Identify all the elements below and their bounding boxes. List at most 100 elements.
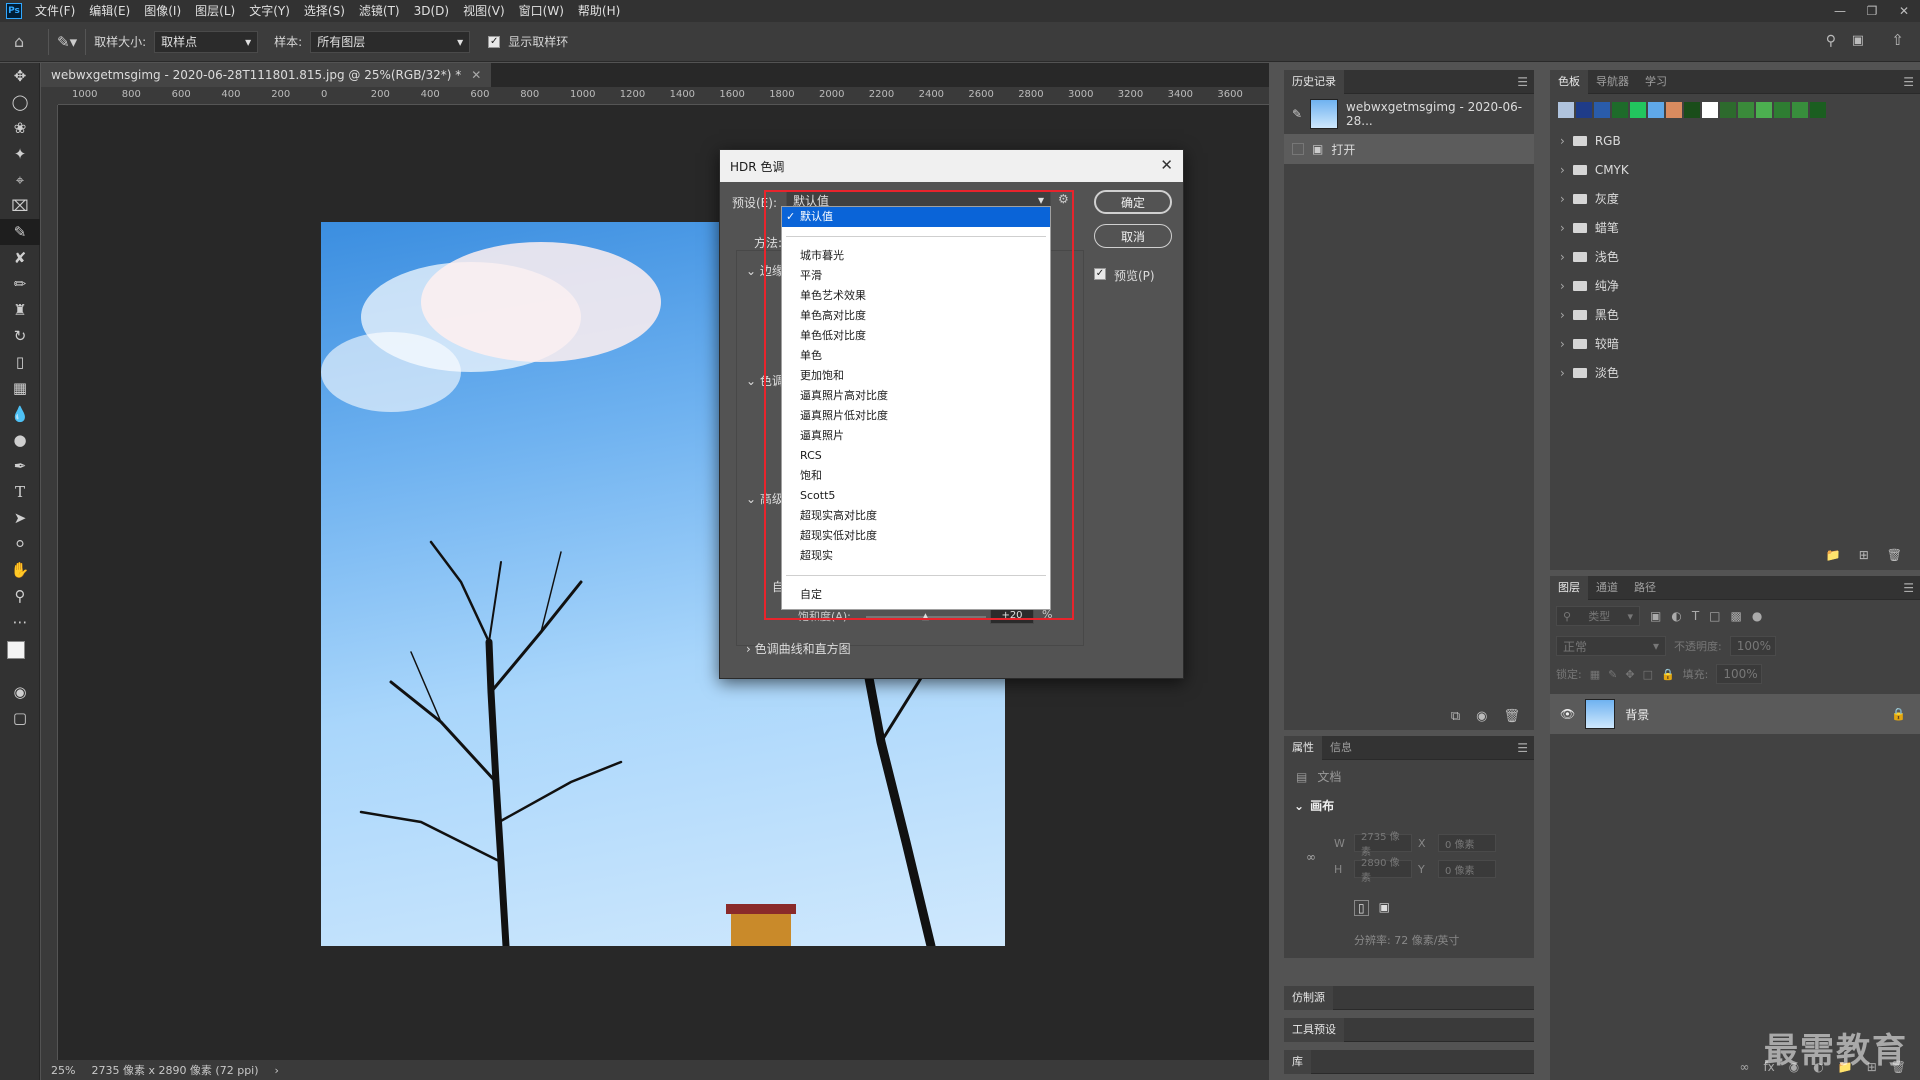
filter-shape-icon[interactable]: □ [1709,609,1720,623]
blend-mode-select[interactable]: 正常 ▾ [1556,636,1666,656]
lock-icon[interactable]: 🔒 [1891,707,1906,721]
landscape-icon[interactable]: ▣ [1379,900,1390,916]
path-select-icon[interactable]: ➤ [0,505,40,531]
ok-button[interactable]: 确定 [1094,190,1172,214]
filter-smart-icon[interactable]: ▩ [1731,609,1742,623]
layer-name[interactable]: 背景 [1625,706,1649,723]
filter-adjustment-icon[interactable]: ◐ [1671,609,1681,623]
new-swatch-icon[interactable]: ⊞ [1859,548,1869,562]
color-swatch[interactable] [1648,102,1664,118]
color-swatch[interactable] [1630,102,1646,118]
chevron-right-icon[interactable]: › [1560,250,1565,264]
hand-tool-icon[interactable]: ✋ [0,557,40,583]
menu-file[interactable]: 文件(F) [28,0,82,22]
chevron-right-icon[interactable]: › [1560,221,1565,235]
menu-filter[interactable]: 滤镜(T) [352,0,407,22]
eyedropper-tool-icon[interactable]: ✎▾ [57,33,77,51]
link-icon[interactable]: ∞ [1306,850,1316,864]
chevron-right-icon[interactable]: › [1560,192,1565,206]
lock-position-icon[interactable]: ✥ [1625,668,1634,681]
swatch-group[interactable]: › 浅色 [1550,242,1920,271]
tab-properties[interactable]: 属性 [1284,735,1322,760]
lock-pixels-icon[interactable]: ✎ [1608,668,1617,681]
sample-size-select[interactable]: 取样点 ▾ [154,30,259,53]
menu-window[interactable]: 窗口(W) [512,0,571,22]
home-icon[interactable]: ⌂ [14,32,40,51]
panel-menu-icon[interactable]: ☰ [1903,581,1914,595]
lock-all-icon[interactable]: 🔒 [1661,668,1675,681]
color-swatch[interactable] [1558,102,1574,118]
history-snapshot[interactable]: ✎ webwxgetmsgimg - 2020-06-28... [1284,94,1534,134]
close-icon[interactable]: ✕ [1160,156,1173,174]
menu-image[interactable]: 图像(I) [137,0,188,22]
trash-icon[interactable]: 🗑 [1503,709,1520,724]
ellipse-tool-icon[interactable]: ⚪ [0,531,40,557]
swatch-group[interactable]: › 纯净 [1550,271,1920,300]
search-icon[interactable]: ⚲ [1826,33,1836,49]
swatch-group[interactable]: › RGB [1550,126,1920,155]
color-swatch[interactable] [1756,102,1772,118]
color-swatch[interactable] [1720,102,1736,118]
menu-select[interactable]: 选择(S) [297,0,352,22]
tab-info[interactable]: 信息 [1322,736,1360,760]
blur-tool-icon[interactable]: 💧 [0,401,40,427]
tab-paths[interactable]: 路径 [1626,576,1664,600]
chevron-right-icon[interactable]: › [275,1064,279,1077]
more-tools-icon[interactable]: ⋯ [0,609,40,635]
tab-swatches[interactable]: 色板 [1550,69,1588,94]
menu-layer[interactable]: 图层(L) [188,0,242,22]
curve-section-label[interactable]: › 色调曲线和直方图 [746,640,851,657]
tab-tool-presets[interactable]: 工具预设 [1284,1017,1344,1042]
history-checkbox[interactable] [1292,143,1304,155]
foreground-color[interactable] [7,641,25,659]
brush-tool-icon[interactable]: ✏ [0,271,40,297]
menu-help[interactable]: 帮助(H) [571,0,627,22]
zoom-level[interactable]: 25% [51,1064,75,1077]
canvas-section[interactable]: ⌄ 画布 [1284,793,1534,818]
filter-type-icon[interactable]: T [1692,609,1699,623]
dodge-tool-icon[interactable]: ● [0,427,40,453]
tab-channels[interactable]: 通道 [1588,576,1626,600]
chevron-right-icon[interactable]: › [1560,308,1565,322]
close-window-icon[interactable]: ✕ [1888,0,1920,22]
healing-brush-icon[interactable]: ✘ [0,245,40,271]
screen-mode-icon[interactable]: ▢ [0,705,40,731]
color-swatch[interactable] [1612,102,1628,118]
width-input[interactable]: 2735 像素 [1354,832,1412,858]
library-panel[interactable]: 库 [1284,1049,1534,1074]
swatch-group[interactable]: › 蜡笔 [1550,213,1920,242]
color-swatch[interactable] [1576,102,1592,118]
color-swatch[interactable] [1594,102,1610,118]
sample-select[interactable]: 所有图层 ▾ [310,30,471,53]
frame-tool-icon[interactable]: ⌧ [0,193,40,219]
filter-toggle-icon[interactable]: ● [1752,609,1762,623]
panel-menu-icon[interactable]: ☰ [1517,75,1528,89]
menu-type[interactable]: 文字(Y) [242,0,297,22]
tab-clone-source[interactable]: 仿制源 [1284,985,1333,1010]
stamp-tool-icon[interactable]: ♜ [0,297,40,323]
type-tool-icon[interactable]: T [0,479,40,505]
panel-menu-icon[interactable]: ☰ [1903,75,1914,89]
gradient-tool-icon[interactable]: ▦ [0,375,40,401]
crop-tool-icon[interactable]: ⌖ [0,167,40,193]
layer-row-background[interactable]: 👁 背景 🔒 [1550,694,1920,734]
minimize-icon[interactable]: — [1824,0,1856,22]
swatch-group[interactable]: › 淡色 [1550,358,1920,387]
cancel-button[interactable]: 取消 [1094,224,1172,248]
move-tool-icon[interactable]: ✥ [0,63,40,89]
quick-mask-icon[interactable]: ◉ [0,679,40,705]
brush-source-icon[interactable]: ✎ [1292,107,1302,121]
color-swatch[interactable] [1792,102,1808,118]
menu-3d[interactable]: 3D(D) [407,0,456,22]
tab-layers[interactable]: 图层 [1550,575,1588,600]
camera-icon[interactable]: ◉ [1476,709,1487,724]
menu-view[interactable]: 视图(V) [456,0,512,22]
tab-history[interactable]: 历史记录 [1284,69,1344,94]
visibility-eye-icon[interactable]: 👁 [1560,707,1575,721]
folder-icon[interactable]: 📁 [1826,548,1841,562]
color-swatch[interactable] [1666,102,1682,118]
color-swatch[interactable] [1810,102,1826,118]
panel-menu-icon[interactable]: ☰ [1517,741,1528,755]
swatch-group[interactable]: › 较暗 [1550,329,1920,358]
layer-kind-filter[interactable]: ⚲ 类型 ▾ [1556,606,1640,626]
